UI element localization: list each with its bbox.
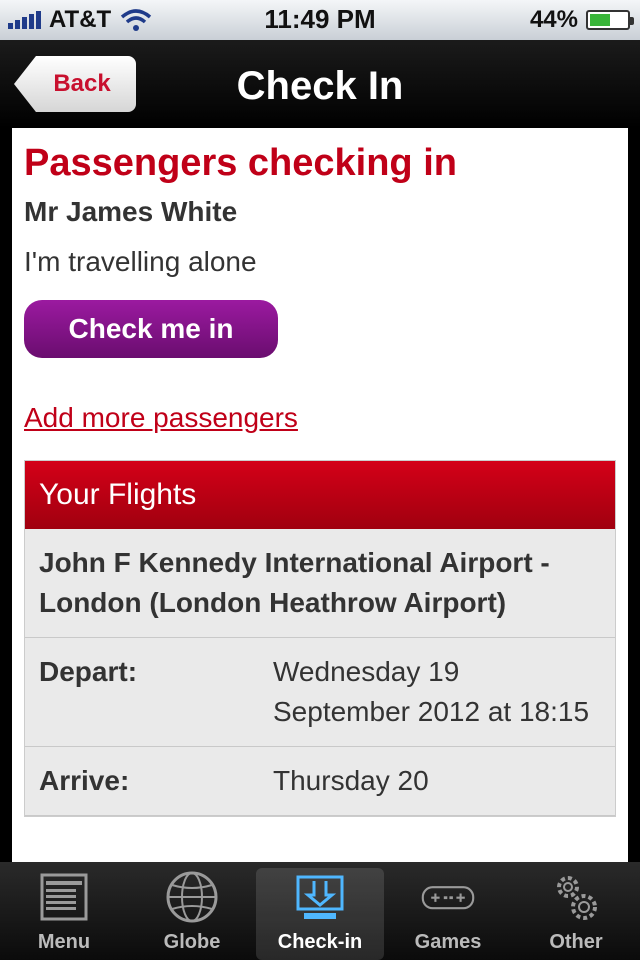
passenger-name: Mr James White [24, 196, 238, 227]
flight-row-label: Arrive: [39, 765, 130, 796]
tab-menu[interactable]: Menu [0, 862, 128, 960]
check-me-in-button[interactable]: Check me in [24, 300, 278, 358]
flights-panel: Your Flights John F Kennedy Internationa… [24, 460, 616, 817]
check-in-icon [296, 875, 344, 919]
flights-header: Your Flights [25, 461, 615, 529]
tab-label: Games [414, 931, 482, 953]
tab-label: Check-in [277, 931, 363, 953]
status-bar: AT&T 11:49 PM 44% [0, 0, 640, 40]
tab-other[interactable]: Other [512, 862, 640, 960]
flight-row-depart: Depart: Wednesday 19 September 2012 at 1… [25, 638, 615, 747]
section-heading: Passengers checking in [24, 142, 457, 184]
tab-label: Globe [163, 931, 221, 953]
status-right: 44% [529, 6, 634, 34]
battery-percent: 44% [529, 6, 578, 33]
flight-row-arrive: Arrive: Thursday 20 [25, 747, 615, 816]
tab-label: Menu [37, 931, 91, 953]
tab-games[interactable]: Games [384, 862, 512, 960]
globe-icon [166, 871, 218, 923]
gears-icon [557, 876, 597, 920]
flight-row-value: Thursday 20 [273, 765, 429, 796]
tab-bar: Menu Globe Check-in Games Other [0, 862, 640, 960]
battery-icon [586, 10, 634, 30]
flight-row-label: Depart: [39, 656, 138, 687]
tab-globe[interactable]: Globe [128, 862, 256, 960]
travel-note: I'm travelling alone [24, 246, 257, 277]
add-more-passengers-link[interactable]: Add more passengers [24, 402, 616, 434]
main-content: Passengers checking in Mr James White I'… [12, 128, 628, 862]
flight-row-value: Wednesday 19 September 2012 at 18:15 [273, 656, 590, 727]
tab-label: Other [549, 931, 603, 953]
navigation-bar: Back Check In [0, 40, 640, 128]
page-title: Check In [236, 64, 404, 108]
gamepad-icon [421, 886, 475, 910]
menu-icon [40, 873, 88, 921]
tab-check-in[interactable]: Check-in [256, 868, 384, 960]
flight-route: John F Kennedy International Airport - L… [25, 529, 615, 638]
